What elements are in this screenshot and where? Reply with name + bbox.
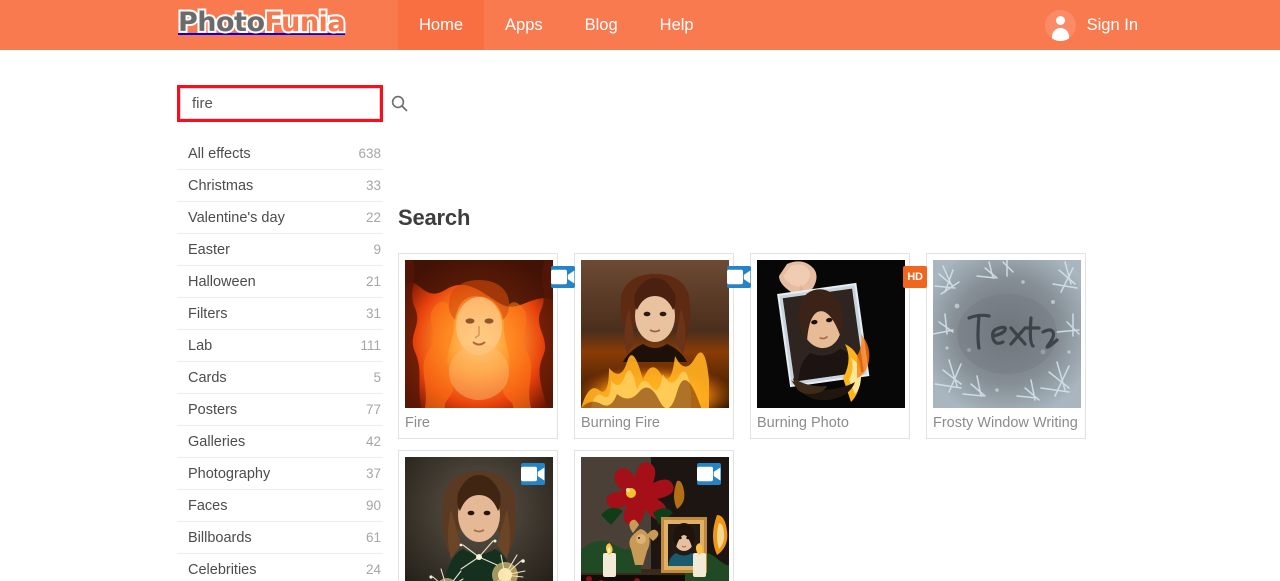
result-card-sparkler[interactable] bbox=[398, 450, 558, 581]
video-badge-icon bbox=[697, 463, 721, 485]
category-count: 90 bbox=[365, 498, 381, 513]
category-count: 37 bbox=[365, 466, 381, 481]
video-camera-icon bbox=[697, 466, 721, 482]
effect-name: Burning Fire bbox=[581, 415, 660, 431]
fire-portrait-art bbox=[405, 260, 553, 408]
category-count: 638 bbox=[358, 146, 381, 161]
category-count: 31 bbox=[365, 306, 381, 321]
category-label: Photography bbox=[188, 465, 271, 482]
effect-thumbnail bbox=[727, 260, 905, 408]
category-count: 5 bbox=[373, 370, 381, 385]
effect-thumbnail bbox=[405, 260, 553, 408]
category-label: Valentine's day bbox=[188, 209, 285, 226]
category-label: Filters bbox=[188, 305, 228, 322]
logo-text-funia: Funia bbox=[263, 5, 348, 40]
sidebar-item-galleries[interactable]: Galleries 42 bbox=[177, 426, 383, 458]
burning-fire-art bbox=[581, 260, 729, 408]
category-label: Christmas bbox=[188, 177, 254, 194]
user-avatar-icon bbox=[1044, 9, 1076, 41]
category-count: 21 bbox=[365, 274, 381, 289]
video-badge-icon bbox=[521, 463, 545, 485]
sidebar: All effects 638 Christmas 33 Valentine's… bbox=[177, 85, 408, 581]
site-logo[interactable]: PhotoFunia bbox=[176, 5, 348, 40]
effect-thumbnail: HD bbox=[903, 260, 1081, 408]
result-card-burning-photo[interactable]: Burning Photo bbox=[727, 253, 910, 439]
category-label: All effects bbox=[188, 145, 251, 162]
category-count: 111 bbox=[360, 338, 381, 353]
sidebar-item-easter[interactable]: Easter 9 bbox=[177, 234, 383, 266]
category-count: 33 bbox=[365, 178, 381, 193]
sidebar-item-christmas[interactable]: Christmas 33 bbox=[177, 170, 383, 202]
sidebar-item-celebrities[interactable]: Celebrities 24 bbox=[177, 554, 383, 581]
effect-name: Frosty Window Writing bbox=[933, 415, 1078, 431]
category-count: 42 bbox=[365, 434, 381, 449]
search-input[interactable] bbox=[181, 89, 391, 118]
search-highlight-box bbox=[177, 85, 408, 122]
category-list: All effects 638 Christmas 33 Valentine's… bbox=[177, 138, 383, 581]
nav-item-help[interactable]: Help bbox=[639, 0, 715, 50]
page-body: All effects 638 Christmas 33 Valentine's… bbox=[0, 50, 1280, 581]
nav-item-apps[interactable]: Apps bbox=[484, 0, 564, 50]
frosty-window-art bbox=[933, 260, 1081, 408]
sidebar-item-valentines-day[interactable]: Valentine's day 22 bbox=[177, 202, 383, 234]
search-button[interactable] bbox=[391, 89, 408, 118]
category-label: Billboards bbox=[188, 529, 252, 546]
site-header: PhotoFunia Home Apps Blog Help Sign In bbox=[0, 0, 1280, 50]
category-label: Cards bbox=[188, 369, 227, 386]
category-label: Lab bbox=[188, 337, 213, 354]
video-camera-icon bbox=[521, 466, 545, 482]
effect-thumbnail bbox=[405, 457, 553, 581]
category-count: 61 bbox=[365, 530, 381, 545]
category-count: 24 bbox=[365, 562, 381, 577]
main-navigation: Home Apps Blog Help bbox=[398, 0, 715, 50]
sidebar-item-filters[interactable]: Filters 31 bbox=[177, 298, 383, 330]
category-count: 22 bbox=[365, 210, 381, 225]
sidebar-item-all-effects[interactable]: All effects 638 bbox=[177, 138, 383, 170]
results-grid: Fire Burning Fire Burning Photo Frosty W… bbox=[398, 253, 1098, 581]
category-label: Faces bbox=[188, 497, 228, 514]
effect-name: Fire bbox=[405, 415, 430, 431]
search-icon bbox=[391, 95, 408, 112]
sidebar-item-posters[interactable]: Posters 77 bbox=[177, 394, 383, 426]
sidebar-item-faces[interactable]: Faces 90 bbox=[177, 490, 383, 522]
nav-item-home[interactable]: Home bbox=[398, 0, 485, 50]
result-card-frosty-window-writing[interactable]: HD Frosty Window Writing bbox=[903, 253, 1086, 439]
logo-text-photo: Photo bbox=[176, 5, 267, 40]
category-label: Galleries bbox=[188, 433, 246, 450]
main-content: Search Fire Burning Fire Burning Photo F… bbox=[398, 205, 1098, 581]
category-count: 77 bbox=[365, 402, 381, 417]
category-count: 9 bbox=[373, 242, 381, 257]
search-box bbox=[180, 88, 408, 119]
sidebar-item-lab[interactable]: Lab 111 bbox=[177, 330, 383, 362]
category-label: Halloween bbox=[188, 273, 256, 290]
nav-item-blog[interactable]: Blog bbox=[564, 0, 639, 50]
effect-name: Burning Photo bbox=[757, 415, 849, 431]
category-label: Celebrities bbox=[188, 561, 257, 578]
sign-in-label: Sign In bbox=[1086, 15, 1138, 34]
sidebar-item-billboards[interactable]: Billboards 61 bbox=[177, 522, 383, 554]
sidebar-item-halloween[interactable]: Halloween 21 bbox=[177, 266, 383, 298]
sign-in-button[interactable]: Sign In bbox=[1044, 0, 1138, 50]
result-card-christmas-frame[interactable] bbox=[574, 450, 734, 581]
sidebar-item-cards[interactable]: Cards 5 bbox=[177, 362, 383, 394]
category-label: Easter bbox=[188, 241, 230, 258]
sidebar-item-photography[interactable]: Photography 37 bbox=[177, 458, 383, 490]
category-label: Posters bbox=[188, 401, 238, 418]
effect-thumbnail bbox=[551, 260, 729, 408]
effect-thumbnail bbox=[581, 457, 729, 581]
burning-photo-art bbox=[757, 260, 905, 408]
